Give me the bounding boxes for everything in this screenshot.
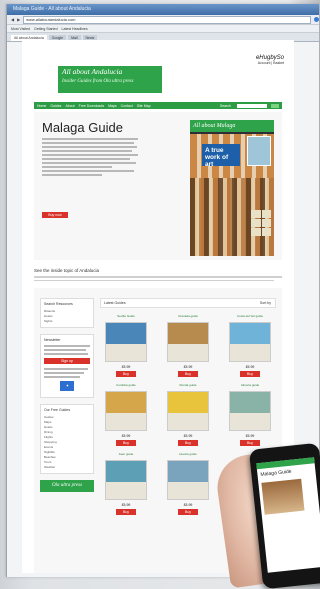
nav-item[interactable]: Home	[37, 104, 46, 108]
sidebar-search-resources: Search Resources Rstaurts Hotels Sights	[40, 298, 94, 328]
hero-description	[42, 138, 138, 178]
product-card[interactable]: Ronda guide £5.99 Buy	[162, 383, 214, 446]
buy-now-button[interactable]: Buy now	[42, 212, 68, 218]
product-buy-button[interactable]: Buy	[116, 509, 136, 515]
product-buy-button[interactable]: Buy	[178, 371, 198, 377]
search-input[interactable]	[237, 103, 267, 108]
product-cover-image[interactable]	[105, 322, 147, 362]
product-card[interactable]: Huelva guide £5.99 Buy	[162, 452, 214, 515]
account-links[interactable]: Account | Basket	[256, 61, 284, 66]
logo-tagline: Insider Guides from Ola ultra press	[62, 79, 134, 84]
bookmarks-bar: Most Visited Getting Started Latest Head…	[7, 25, 319, 33]
site-logo[interactable]: All about Andalucia Insider Guides from …	[58, 66, 162, 93]
book-header: All about Malaga	[190, 120, 274, 132]
product-title[interactable]: Cordoba guide	[100, 383, 152, 391]
sidebar-free-guides: Our Free Guides Guides Maps Hotels Dinin…	[40, 404, 94, 474]
product-cover-image[interactable]	[229, 322, 271, 362]
product-buy-button[interactable]: Buy	[240, 371, 260, 377]
product-buy-button[interactable]: Buy	[116, 371, 136, 377]
nav-item[interactable]: Guides	[50, 104, 61, 108]
header-account: eHugbySo Account | Basket	[256, 55, 284, 66]
product-title[interactable]: Ronda guide	[162, 383, 214, 391]
nav-item[interactable]: Free Downloads	[79, 104, 104, 108]
section-description	[34, 276, 282, 283]
product-price: £5.99	[245, 434, 255, 438]
sidebar-box-title: Our Free Guides	[44, 408, 71, 412]
product-buy-button[interactable]: Buy	[178, 440, 198, 446]
product-title[interactable]: Jaen guide	[100, 452, 152, 460]
book-cover-image[interactable]: All about Malaga A true work of art	[190, 120, 274, 256]
bookmark-item[interactable]: Getting Started	[34, 27, 58, 31]
logo-title: All about Andalucia	[62, 67, 123, 76]
product-title[interactable]: Huelva guide	[162, 452, 214, 460]
page-title: Malaga Guide	[42, 120, 123, 135]
partner-logo-icon[interactable]: ✦	[60, 381, 74, 391]
product-title[interactable]: Granada guide	[162, 314, 214, 322]
product-card[interactable]: Seville Guide £5.99 Buy	[100, 314, 152, 377]
forward-icon[interactable]: ▶	[17, 17, 20, 22]
product-title[interactable]: Seville Guide	[100, 314, 152, 322]
sidebar-box-title: Newsletter	[44, 338, 61, 342]
newsletter-signup-button[interactable]: Sign up	[44, 358, 90, 364]
product-price: £5.99	[183, 503, 193, 507]
product-card[interactable]: Costa del Sol guide £5.99 Buy	[224, 314, 276, 377]
bookmark-item[interactable]: Most Visited	[11, 27, 30, 31]
sidebar-newsletter: Newsletter Sign up ✦	[40, 334, 94, 398]
product-title[interactable]: Almeria guide	[224, 383, 276, 391]
product-price: £5.99	[121, 434, 131, 438]
browser-toolbar: ◀ ▶ www.allaboutandalucia.com	[7, 15, 319, 25]
product-cover-image[interactable]	[105, 391, 147, 431]
sort-dropdown[interactable]: Sort by	[260, 299, 271, 307]
publisher-banner[interactable]: Ola ultra press	[40, 480, 94, 492]
product-price: £5.99	[121, 365, 131, 369]
section-heading: See the inside topic of Andalucia	[34, 268, 100, 273]
phone-screen: Malaga Guide	[256, 457, 320, 573]
product-buy-button[interactable]: Buy	[178, 509, 198, 515]
go-icon[interactable]	[314, 17, 319, 22]
product-card[interactable]: Cordoba guide £5.99 Buy	[100, 383, 152, 446]
grid-title: Latest Guides	[104, 301, 126, 305]
sidebar-box-title: Search Resources	[44, 302, 73, 306]
product-price: £5.99	[121, 503, 131, 507]
browser-title-bar: Malaga Guide - All about Andalucia	[7, 4, 319, 15]
monitor-background: Malaga Guide - All about Andalucia ◀ ▶ w…	[0, 0, 320, 589]
sidebar-link[interactable]: Sights	[44, 319, 90, 324]
phone-image	[261, 478, 305, 515]
product-price: £5.99	[183, 365, 193, 369]
product-buy-button[interactable]: Buy	[116, 440, 136, 446]
sidebar: Search Resources Rstaurts Hotels Sights …	[40, 298, 94, 492]
product-card[interactable]: Jaen guide £5.99 Buy	[100, 452, 152, 515]
product-price: £5.99	[245, 365, 255, 369]
product-buy-button[interactable]: Buy	[240, 440, 260, 446]
nav-item[interactable]: Maps	[108, 104, 117, 108]
product-cover-image[interactable]	[167, 460, 209, 500]
product-card[interactable]: Granada guide £5.99 Buy	[162, 314, 214, 377]
nav-item[interactable]: Site Map	[137, 104, 151, 108]
grid-header: Latest Guides Sort by	[100, 298, 276, 308]
nav-item[interactable]: Contact	[121, 104, 133, 108]
nav-item[interactable]: About	[65, 104, 74, 108]
book-callout: A true work of art	[202, 144, 240, 168]
product-cover-image[interactable]	[167, 322, 209, 362]
product-price: £5.99	[183, 434, 193, 438]
search-go-button[interactable]	[271, 103, 279, 108]
sidebar-link[interactable]: Weather	[44, 465, 90, 470]
product-cover-image[interactable]	[229, 391, 271, 431]
address-bar[interactable]: www.allaboutandalucia.com	[23, 15, 311, 24]
main-nav: Home Guides About Free Downloads Maps Co…	[34, 102, 282, 109]
nav-search-label: Search	[219, 103, 231, 108]
product-cover-image[interactable]	[105, 460, 147, 500]
bookmark-item[interactable]: Latest Headlines	[62, 27, 88, 31]
product-card[interactable]: Almeria guide £5.99 Buy	[224, 383, 276, 446]
back-icon[interactable]: ◀	[11, 17, 14, 22]
hero-section: Malaga Guide Buy now All about Malaga A …	[34, 112, 282, 260]
product-title[interactable]: Costa del Sol guide	[224, 314, 276, 322]
product-cover-image[interactable]	[167, 391, 209, 431]
